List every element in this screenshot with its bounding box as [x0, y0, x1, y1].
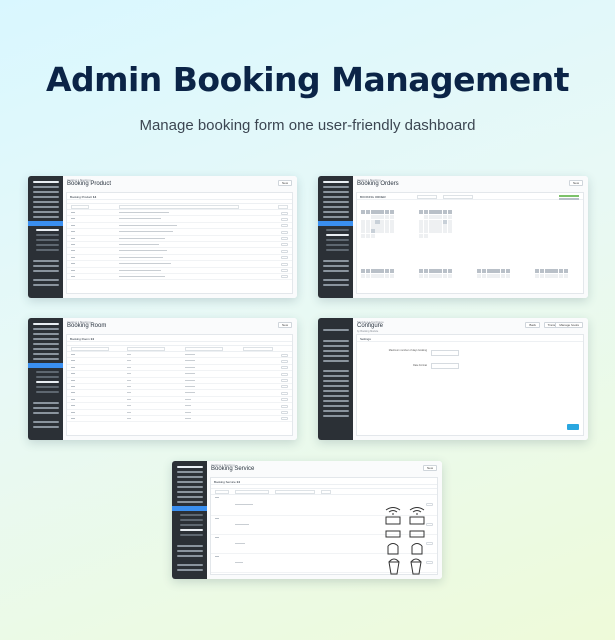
save-button[interactable]	[567, 424, 579, 430]
screenshot-booking-orders: Catalog / Booking Booking Orders New BOO…	[318, 176, 588, 298]
room-table-panel: Booking Room 14	[66, 334, 293, 436]
panel-count: 14	[236, 480, 240, 484]
page-title: Booking Orders	[357, 181, 399, 187]
panel-count: 14	[90, 337, 94, 341]
max-days-label: Maximum number of days booking	[388, 349, 427, 352]
screenshot-configure: Modules / Configure Configure by Booking…	[318, 318, 588, 440]
sidebar	[28, 318, 63, 440]
panel-count: 14	[92, 195, 97, 199]
max-days-input[interactable]	[431, 350, 459, 356]
sidebar	[28, 176, 63, 298]
manage-hooks-button[interactable]: Manage hooks	[555, 322, 583, 328]
panel-title: Booking Service	[214, 480, 236, 484]
page-title: Booking Room	[67, 323, 107, 329]
calendar-month[interactable]	[535, 269, 568, 278]
screenshot-booking-room: Catalog / Booking Booking Room New Booki…	[28, 318, 297, 440]
calendar-month[interactable]	[419, 210, 452, 239]
calendar-month[interactable]	[361, 210, 394, 239]
sidebar	[172, 461, 207, 579]
page-title: Configure	[357, 323, 384, 329]
panel-title: Booking Product	[70, 195, 93, 199]
calendar-month[interactable]	[361, 269, 394, 278]
service-table-panel: Booking Service 14	[210, 477, 438, 575]
calendar-month[interactable]	[419, 269, 452, 278]
sidebar	[318, 176, 353, 298]
panel-title: Booking Room	[70, 337, 90, 341]
product-table-panel: Booking Product 14	[66, 192, 293, 294]
page-subtitle: by Booking Module	[357, 330, 379, 333]
date-format-select[interactable]	[431, 363, 459, 369]
table-row[interactable]	[67, 274, 292, 281]
orders-calendar-panel: BOOKING ORDER	[356, 192, 584, 294]
add-new-button[interactable]: New	[277, 180, 292, 186]
hero-subtitle: Manage booking form one user-friendly da…	[139, 117, 476, 134]
add-new-button[interactable]: New	[422, 465, 437, 471]
screenshot-booking-product: Catalog / Booking Booking Product New Bo…	[28, 176, 297, 298]
sidebar	[318, 318, 353, 440]
settings-panel: Settings Maximum number of days booking …	[356, 334, 584, 436]
screenshot-booking-service: Catalog / Booking Booking Service New Bo…	[172, 461, 442, 579]
page-title: Booking Product	[67, 181, 112, 187]
back-button[interactable]: Back	[525, 322, 540, 328]
hero-title: Admin Booking Management	[45, 60, 570, 99]
add-new-button[interactable]: New	[568, 180, 583, 186]
calendar-month[interactable]	[477, 269, 510, 278]
service-icons	[385, 507, 425, 575]
add-new-button[interactable]: New	[277, 322, 292, 328]
date-format-label: Date Format	[413, 364, 427, 367]
page-title: Booking Service	[211, 466, 255, 472]
panel-title: Settings	[357, 335, 583, 342]
table-row[interactable]	[67, 416, 292, 423]
